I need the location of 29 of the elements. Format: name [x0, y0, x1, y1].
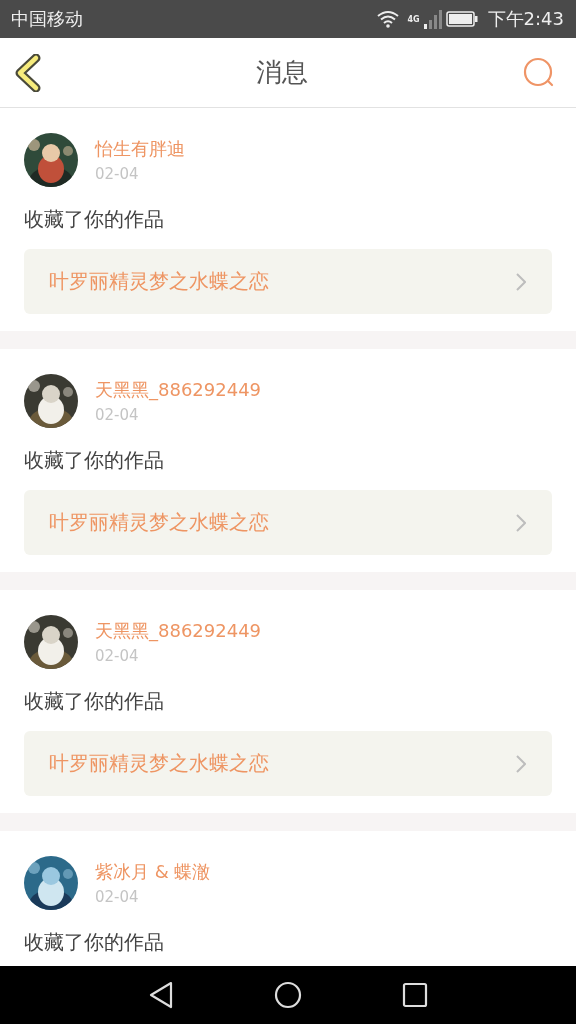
back-nav-button[interactable]: [148, 981, 174, 1009]
message-date: 02-04: [95, 406, 140, 424]
message-text: 收藏了你的作品: [24, 929, 165, 956]
back-button[interactable]: [14, 53, 42, 92]
user-name[interactable]: 怡生有胖迪: [95, 137, 185, 161]
wifi-icon: [377, 10, 400, 28]
user-name[interactable]: 天黑黑_886292449: [95, 378, 262, 402]
network-label: 4G: [407, 15, 420, 24]
clock-time: 下午2:43: [487, 7, 564, 31]
recents-nav-button[interactable]: [402, 982, 428, 1008]
signal-icon: [423, 9, 442, 29]
page-title: 消息: [256, 56, 308, 89]
chevron-icon: [516, 272, 526, 291]
message-text: 收藏了你的作品: [24, 447, 165, 474]
home-nav-button[interactable]: [274, 981, 302, 1009]
chevron-icon: [516, 754, 526, 773]
user-name[interactable]: 紫冰月 & 蝶澈: [95, 860, 211, 884]
battery-icon: [445, 11, 478, 27]
message-date: 02-04: [95, 647, 140, 665]
chevron-icon: [516, 513, 526, 532]
work-link[interactable]: 叶罗丽精灵梦之水蝶之恋: [24, 490, 552, 555]
message-date: 02-04: [95, 888, 140, 906]
work-link[interactable]: 叶罗丽精灵梦之水蝶之恋: [24, 731, 552, 796]
work-link[interactable]: 叶罗丽精灵梦之水蝶之恋: [24, 249, 552, 314]
carrier-name: 中国移动: [11, 7, 83, 31]
message-text: 收藏了你的作品: [24, 206, 165, 233]
message-date: 02-04: [95, 165, 140, 183]
message-text: 收藏了你的作品: [24, 688, 165, 715]
user-name[interactable]: 天黑黑_886292449: [95, 619, 262, 643]
